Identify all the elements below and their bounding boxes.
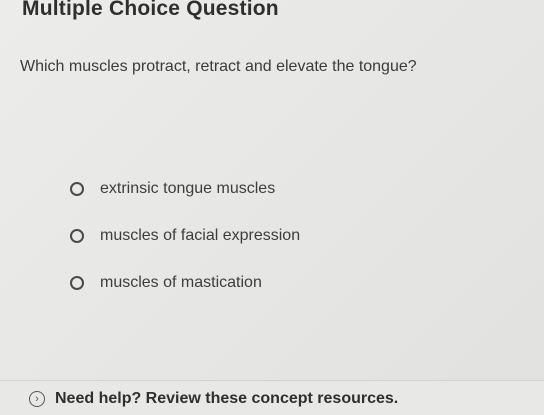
- choice-option-2[interactable]: muscles of facial expression: [70, 212, 300, 259]
- choice-label: muscles of facial expression: [100, 226, 301, 244]
- radio-button[interactable]: [70, 228, 84, 243]
- choice-option-3[interactable]: muscles of mastication: [70, 259, 300, 306]
- choice-option-1[interactable]: extrinsic tongue muscles: [70, 165, 300, 212]
- choice-label: muscles of mastication: [100, 273, 262, 291]
- choice-label: extrinsic tongue muscles: [100, 179, 276, 197]
- radio-button[interactable]: [70, 181, 84, 196]
- help-resources-link[interactable]: › Need help? Review these concept resour…: [29, 390, 398, 408]
- question-prompt: Which muscles protract, retract and elev…: [20, 58, 417, 75]
- answer-choices: extrinsic tongue muscles muscles of faci…: [70, 165, 300, 306]
- chevron-right-circle-icon: ›: [29, 391, 45, 407]
- help-text: Need help? Review these concept resource…: [55, 390, 399, 407]
- question-type-heading: Multiple Choice Question: [22, 0, 279, 20]
- radio-button[interactable]: [70, 275, 84, 290]
